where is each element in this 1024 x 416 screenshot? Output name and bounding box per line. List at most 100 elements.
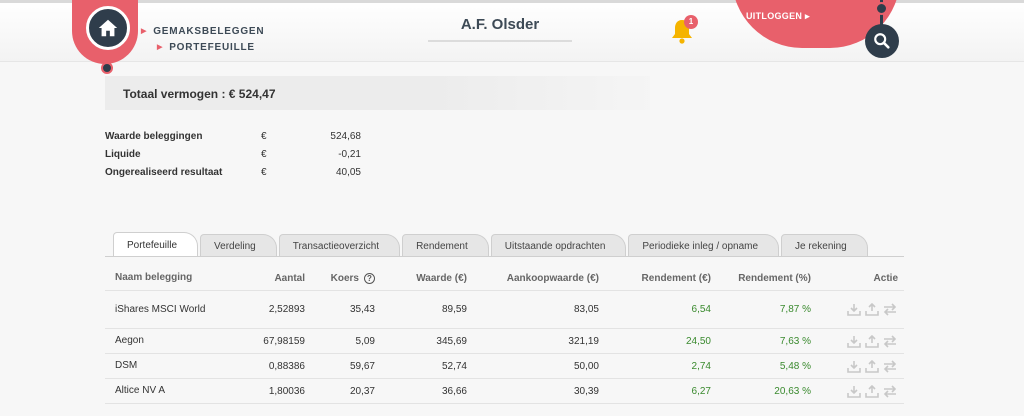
cell-koers: 59,67 [349,360,375,372]
breadcrumb-item-portefeuille[interactable]: ▶ PORTEFEUILLE [141,40,264,56]
portfolio-table: Naam belegging Aantal Koers ? Waarde (€)… [105,266,904,404]
cell-actions [811,303,904,317]
cell-aantal: 0,88386 [268,360,305,372]
cell-actions [811,384,904,398]
download-tray-icon [847,335,861,348]
tab-verdeling[interactable]: Verdeling [200,234,277,257]
cell-rendement-pct: 5,48 % [779,360,811,372]
summary-value: -0,21 [338,148,361,160]
upload-tray-icon [865,384,879,398]
table-row: Altice NV A 1,80036 20,37 36,66 30,39 6,… [105,379,904,404]
cell-waarde: 52,74 [441,360,467,372]
cell-aankoopwaarde: 321,19 [568,335,599,347]
notification-count-badge: 1 [684,15,698,29]
column-header-rendement-pct[interactable]: Rendement (%) [711,273,811,284]
download-tray-icon [847,360,861,373]
switch-arrows-icon [883,303,897,316]
cell-aantal: 67,98159 [263,335,305,347]
cell-rendement-pct: 7,87 % [779,304,811,315]
buy-button[interactable] [846,303,862,317]
summary-value: 524,68 [330,130,361,142]
sell-button[interactable] [864,303,880,317]
sell-button[interactable] [864,359,880,373]
column-header-aankoopwaarde[interactable]: Aankoopwaarde (€) [467,273,599,284]
buy-button[interactable] [846,359,862,373]
home-badge-dot [101,62,113,74]
column-header-rendement-eur[interactable]: Rendement (€) [599,273,711,284]
summary-currency: € [261,148,267,160]
breadcrumb: ▶ GEMAKSBELEGGEN ▶ PORTEFEUILLE [141,24,264,56]
summary-row: Waarde beleggingen € 524,68 [105,127,361,145]
buy-button[interactable] [846,384,862,398]
summary-row: Liquide € -0,21 [105,145,361,163]
logout-button[interactable]: UITLOGGEN ▸ [746,11,810,22]
buy-button[interactable] [846,334,862,348]
cell-rendement-pct: 7,63 % [779,335,811,347]
sell-button[interactable] [864,384,880,398]
cell-name[interactable]: DSM [105,360,215,372]
table-header-row: Naam belegging Aantal Koers ? Waarde (€)… [105,266,904,291]
cell-name[interactable]: iShares MSCI World [105,304,215,316]
breadcrumb-label: GEMAKSBELEGGEN [153,26,265,37]
summary-value: 40,05 [335,166,361,178]
column-header-koers-label: Koers [330,272,359,284]
upload-tray-icon [865,334,879,348]
cell-waarde: 89,59 [441,304,467,315]
tab-periodieke-inleg-opname[interactable]: Periodieke inleg / opname [628,234,780,257]
switch-button[interactable] [882,334,898,348]
help-icon[interactable]: ? [364,272,375,284]
switch-arrows-icon [883,384,897,398]
cell-waarde: 36,66 [441,385,467,397]
table-row: Aegon 67,98159 5,09 345,69 321,19 24,50 … [105,329,904,354]
cell-aantal: 2,52893 [268,304,305,315]
user-name: A.F. Olsder [428,16,572,42]
cell-actions [811,359,904,373]
tab-je-rekening[interactable]: Je rekening [781,234,868,257]
column-header-koers[interactable]: Koers ? [305,272,375,284]
cell-rendement-eur: 24,50 [685,335,711,347]
cell-aankoopwaarde: 83,05 [573,304,599,315]
column-header-aantal[interactable]: Aantal [215,273,305,284]
switch-button[interactable] [882,384,898,398]
cell-koers: 5,09 [355,335,375,347]
cell-aantal: 1,80036 [268,385,305,397]
column-header-name[interactable]: Naam belegging [105,272,215,284]
search-icon [874,33,890,49]
summary-label: Liquide [105,148,141,160]
search-button[interactable] [865,24,899,58]
tab-transactieoverzicht[interactable]: Transactieoverzicht [278,234,401,257]
tab-rendement[interactable]: Rendement [402,234,489,257]
switch-arrows-icon [883,334,897,348]
cell-name[interactable]: Aegon [105,335,215,347]
summary-row: Ongerealiseerd resultaat € 40,05 [105,163,361,181]
switch-button[interactable] [882,303,898,317]
cell-name[interactable]: Altice NV A [105,385,215,397]
column-header-waarde[interactable]: Waarde (€) [375,273,467,284]
cell-actions [811,334,904,348]
summary-currency: € [261,166,267,178]
breadcrumb-label: PORTEFEUILLE [169,42,255,53]
cell-koers: 35,43 [349,304,375,315]
cell-koers: 20,37 [349,385,375,397]
breadcrumb-item-gemaksbeleggen[interactable]: ▶ GEMAKSBELEGGEN [141,24,264,40]
tab-divider [105,256,904,257]
table-row: iShares MSCI World 2,52893 35,43 89,59 8… [105,291,904,329]
cell-rendement-pct: 20,63 % [774,385,811,397]
home-button[interactable] [86,6,130,50]
tab-portefeuille[interactable]: Portefeuille [113,232,199,257]
summary-list: Waarde beleggingen € 524,68 Liquide € -0… [105,127,361,181]
download-tray-icon [847,385,861,398]
tab-uitstaande-opdrachten[interactable]: Uitstaande opdrachten [490,234,627,257]
summary-label: Waarde beleggingen [105,130,203,142]
home-icon [98,19,118,37]
switch-button[interactable] [882,359,898,373]
cell-aankoopwaarde: 30,39 [573,385,599,397]
total-assets: Totaal vermogen : € 524,47 [123,87,276,101]
sell-button[interactable] [864,334,880,348]
breadcrumb-arrow-icon: ▶ [141,28,148,35]
cell-aankoopwaarde: 50,00 [573,360,599,372]
download-tray-icon [847,304,861,316]
upload-tray-icon [865,359,879,373]
cell-rendement-eur: 6,27 [691,385,711,397]
tab-bar: Portefeuille Verdeling Transactieoverzic… [113,232,870,257]
